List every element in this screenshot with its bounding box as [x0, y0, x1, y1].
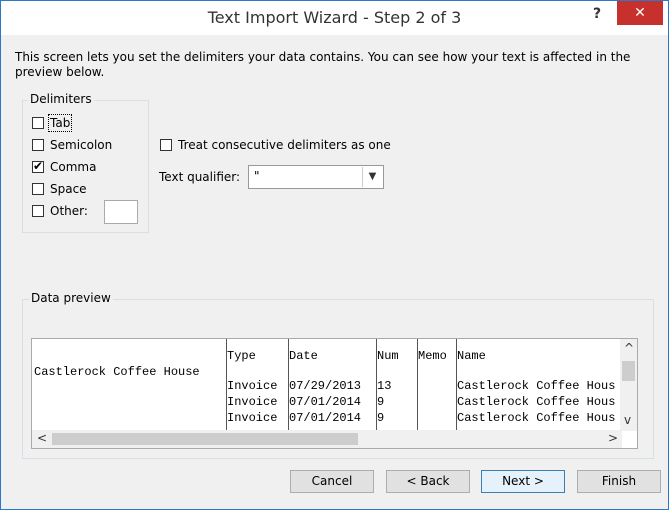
preview-cell: Castlerock Coffee Hous [457, 395, 616, 409]
other-checkbox[interactable]: Other: [32, 204, 88, 218]
space-checkbox[interactable]: Space [32, 182, 87, 196]
semicolon-checkbox[interactable]: Semicolon [32, 138, 112, 152]
scroll-up-icon[interactable]: ^ [624, 341, 634, 355]
comma-checkbox-label: Comma [50, 160, 97, 174]
vertical-scroll-thumb[interactable] [622, 361, 635, 381]
other-delimiter-input[interactable] [104, 200, 138, 224]
horizontal-scroll-thumb[interactable] [52, 433, 358, 445]
scroll-down-icon[interactable]: v [624, 413, 631, 427]
window-title: Text Import Wizard - Step 2 of 3 [207, 8, 462, 27]
preview-cell: Invoice [227, 411, 278, 425]
preview-cell: 9 [377, 411, 385, 425]
semicolon-checkbox-label: Semicolon [50, 138, 113, 152]
back-button[interactable]: < Back [386, 470, 470, 493]
preview-cell: 07/29/2013 [289, 379, 362, 393]
text-qualifier-label: Text qualifier: [159, 170, 241, 184]
preview-cell: Name [457, 349, 486, 363]
treat-consecutive-checkbox[interactable]: Treat consecutive delimiters as one [160, 138, 391, 152]
next-button[interactable]: Next > [481, 470, 565, 493]
check-mark-icon: ✔ [33, 159, 44, 173]
text-qualifier-value: " [254, 169, 260, 183]
other-checkbox-box[interactable] [32, 205, 44, 217]
other-checkbox-label: Other: [50, 204, 88, 218]
preview-cell: Type [227, 349, 256, 363]
preview-cell: Invoice [227, 395, 278, 409]
preview-cell: Castlerock Coffee Hous [457, 411, 616, 425]
treat-consecutive-checkbox-box[interactable] [160, 139, 172, 151]
title-bar: Text Import Wizard - Step 2 of 3 ? ✕ [1, 1, 668, 35]
preview-cell: 07/01/2014 [289, 395, 362, 409]
scroll-left-icon[interactable]: < [37, 431, 47, 445]
data-preview-legend: Data preview [29, 291, 113, 305]
text-qualifier-select[interactable]: " ▼ [248, 165, 384, 189]
preview-cell: Memo [418, 349, 447, 363]
close-button[interactable]: ✕ [617, 1, 663, 25]
help-button[interactable]: ? [593, 6, 601, 22]
tab-checkbox-box[interactable] [32, 117, 44, 129]
scroll-right-icon[interactable]: > [608, 431, 618, 445]
text-import-wizard-dialog: Text Import Wizard - Step 2 of 3 ? ✕ Thi… [0, 0, 669, 510]
preview-cell: Invoice [227, 379, 278, 393]
preview-cell: Castlerock Coffee House [34, 365, 200, 379]
preview-cell: 07/01/2014 [289, 411, 362, 425]
space-checkbox-box[interactable] [32, 183, 44, 195]
horizontal-scrollbar[interactable]: < > [32, 430, 622, 448]
finish-button[interactable]: Finish [577, 470, 661, 493]
preview-cell: Castlerock Coffee Hous [457, 379, 616, 393]
preview-cell: 9 [377, 395, 385, 409]
semicolon-checkbox-box[interactable] [32, 139, 44, 151]
chevron-down-icon[interactable]: ▼ [362, 167, 382, 187]
comma-checkbox-box[interactable]: ✔ [32, 159, 44, 173]
data-preview-grid[interactable]: Castlerock Coffee House Type Invoice Inv… [31, 338, 638, 449]
preview-cell: Date [289, 349, 318, 363]
comma-checkbox[interactable]: ✔ Comma [32, 159, 97, 174]
treat-consecutive-label: Treat consecutive delimiters as one [178, 138, 391, 152]
tab-checkbox-label: Tab [47, 114, 73, 132]
space-checkbox-label: Space [50, 182, 87, 196]
cancel-button[interactable]: Cancel [290, 470, 374, 493]
vertical-scrollbar[interactable]: ^ v [620, 339, 637, 431]
preview-cell: Num [377, 349, 399, 363]
delimiters-legend: Delimiters [28, 92, 94, 106]
preview-cell: 13 [377, 379, 392, 393]
step-description: This screen lets you set the delimiters … [15, 50, 631, 79]
tab-checkbox[interactable]: Tab [32, 114, 73, 132]
